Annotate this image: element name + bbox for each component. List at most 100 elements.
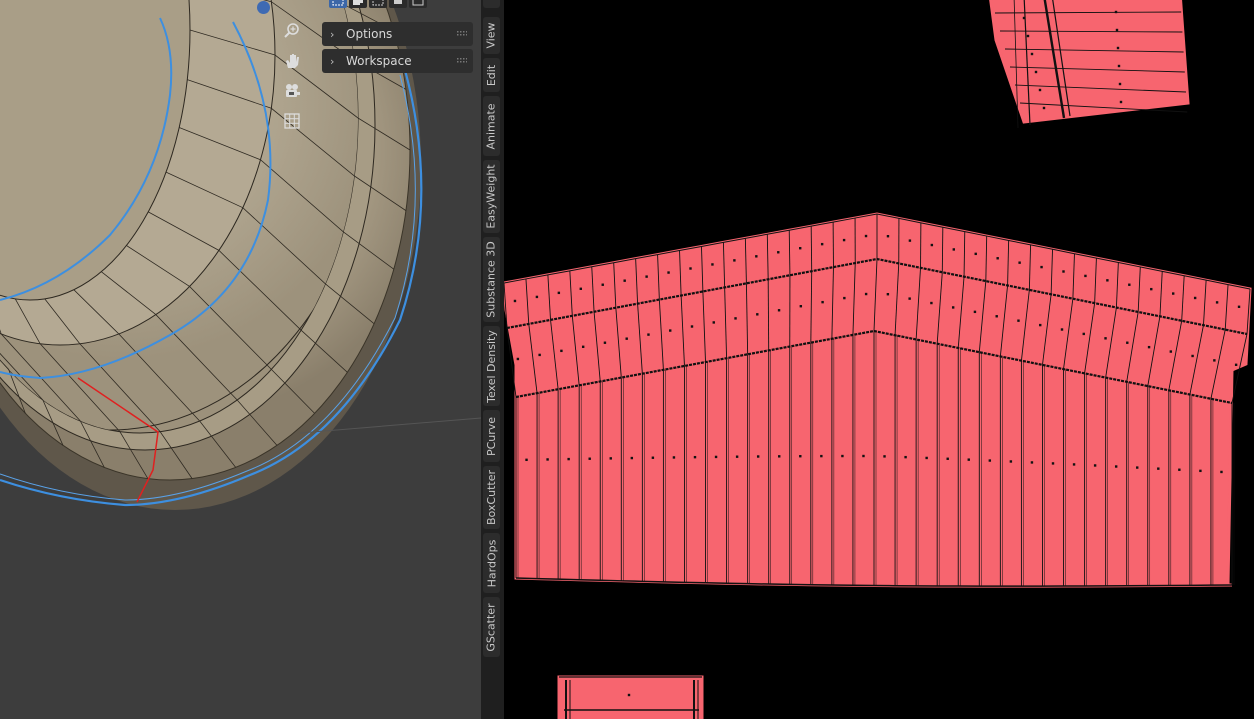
tab-easyweight[interactable]: EasyWeight — [483, 160, 500, 233]
uv-face-dot — [908, 239, 912, 242]
uv-face-dot — [667, 271, 670, 274]
uv-face-dot — [516, 357, 520, 361]
zoom-tool-button[interactable] — [279, 18, 305, 44]
3d-viewport[interactable]: › Options › Workspace — [0, 0, 481, 719]
uv-face-dot — [862, 454, 865, 458]
uv-face-dot — [1215, 301, 1219, 304]
uv-face-dot — [1118, 82, 1122, 86]
pan-tool-button[interactable] — [279, 48, 305, 74]
uv-face-dot — [1172, 292, 1175, 295]
uv-face-dot — [930, 243, 934, 247]
uv-face-dot — [1114, 10, 1118, 14]
uv-face-dot — [973, 310, 977, 314]
view-gizmo-axis-dot[interactable] — [257, 1, 270, 14]
uv-face-dot — [988, 459, 992, 462]
uv-face-dot — [1115, 28, 1119, 32]
uv-face-dot — [623, 279, 626, 282]
tab-boxcutter[interactable]: BoxCutter — [483, 466, 500, 529]
uv-face-dot — [1039, 323, 1042, 327]
options-panel-label: Options — [346, 27, 393, 41]
select-invert-mode-button[interactable] — [389, 0, 407, 8]
uv-face-dot — [1126, 341, 1129, 344]
uv-face-dot — [669, 329, 672, 332]
tab-label: Edit — [485, 64, 498, 86]
uv-face-dot — [756, 313, 759, 316]
uv-face-dot — [1009, 460, 1013, 463]
uv-face-dot — [690, 325, 694, 328]
uv-face-dot — [1034, 70, 1038, 74]
uv-face-dot — [689, 267, 692, 270]
uv-face-dot — [974, 252, 977, 256]
tab-view[interactable]: View — [483, 17, 500, 54]
hand-icon — [286, 54, 299, 68]
uv-face-dot — [777, 309, 781, 312]
uv-face-dot — [603, 341, 607, 344]
tab-texel-density[interactable]: Texel Density — [483, 326, 500, 406]
uv-face-dot — [843, 296, 846, 300]
select-subtract-mode-button[interactable] — [369, 0, 387, 8]
options-panel-header[interactable]: › Options — [322, 22, 473, 46]
tab-edit[interactable]: Edit — [483, 58, 500, 92]
select-extend-mode-button[interactable] — [349, 0, 367, 8]
tab-pcurve[interactable]: PCurve — [483, 410, 500, 462]
chevron-right-icon: › — [330, 27, 335, 41]
uv-face-dot — [821, 300, 824, 304]
select-box-mode-button[interactable] — [329, 0, 347, 8]
uv-island-top-right — [989, 0, 1190, 124]
uv-face-dot — [1213, 359, 1216, 362]
tab-label: Substance 3D — [485, 241, 499, 318]
tab-animate[interactable]: Animate — [483, 96, 500, 156]
uv-face-dot — [778, 455, 781, 458]
uv-face-dot — [1114, 465, 1118, 468]
tab-label: GScatter — [485, 602, 498, 652]
uv-face-dot — [651, 456, 655, 459]
uv-face-dot — [1104, 337, 1107, 340]
tab-tool[interactable] — [483, 0, 500, 8]
tab-gscatter[interactable]: GScatter — [483, 597, 500, 657]
tab-hardops[interactable]: HardOps — [483, 533, 500, 593]
sidebar-tabs: View Edit Animate EasyWeight Substance 3… — [481, 0, 504, 719]
ortho-toggle-button[interactable] — [279, 108, 305, 134]
uv-face-dot — [886, 235, 890, 238]
uv-face-dot — [609, 457, 612, 460]
tab-substance-3d[interactable]: Substance 3D — [483, 237, 500, 322]
uv-face-dot — [1062, 270, 1065, 273]
uv-face-dot — [1022, 16, 1026, 20]
uv-face-dot — [886, 293, 890, 296]
uv-face-dot — [883, 455, 886, 458]
drag-grip-icon[interactable] — [457, 31, 467, 37]
uv-face-dot — [1038, 88, 1042, 92]
workspace-panel-header[interactable]: › Workspace — [322, 49, 473, 73]
uv-face-dot — [525, 458, 528, 462]
uv-canvas[interactable] — [504, 0, 1254, 719]
mesh-view[interactable] — [0, 0, 481, 719]
tab-label: Animate — [485, 102, 498, 150]
uv-face-dot — [1084, 274, 1087, 278]
camera-view-button[interactable] — [279, 78, 305, 104]
tab-label: HardOps — [485, 539, 499, 587]
uv-face-dot — [799, 455, 802, 458]
uv-face-dot — [538, 353, 541, 357]
uv-editor[interactable] — [504, 0, 1254, 719]
uv-face-dot — [1237, 305, 1241, 308]
uv-face-dot — [1042, 106, 1046, 110]
uv-face-dot — [842, 238, 846, 242]
uv-face-dot — [946, 457, 949, 460]
uv-face-dot — [693, 455, 697, 459]
uv-face-dot — [1169, 350, 1173, 353]
uv-face-dot — [645, 275, 648, 278]
workspace-panel-label: Workspace — [346, 54, 412, 68]
uv-face-dot — [1060, 328, 1064, 331]
uv-island-main — [504, 212, 1252, 588]
selection-mode-group[interactable] — [329, 0, 427, 10]
uv-face-dot — [1106, 279, 1109, 282]
select-intersect-mode-button[interactable] — [409, 0, 427, 8]
tab-label: PCurve — [485, 416, 498, 456]
uv-edge — [941, 227, 944, 273]
uv-face-dot — [995, 315, 998, 318]
drag-grip-icon[interactable] — [457, 58, 467, 64]
grid-icon — [284, 113, 300, 129]
uv-face-dot — [1093, 464, 1097, 467]
uv-face-dot — [1018, 261, 1021, 264]
tab-label: View — [485, 22, 499, 49]
